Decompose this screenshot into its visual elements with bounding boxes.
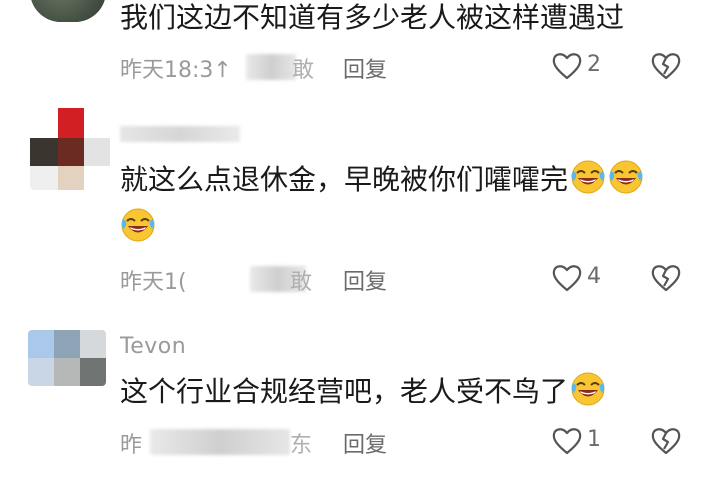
broken-heart-icon[interactable] [651, 427, 681, 455]
rolling-on-floor-laughing-emoji [121, 208, 155, 242]
reply-button[interactable]: 回复 [343, 52, 387, 84]
comment-location-fragment: 东 [290, 433, 313, 458]
comment-text-line [120, 206, 156, 250]
comment-location-fragment: 敢 [290, 270, 313, 295]
comment-time: 昨天1( [120, 270, 187, 295]
broken-heart-icon[interactable] [651, 264, 681, 292]
comment-time: 昨 [120, 433, 143, 458]
heart-outline-icon[interactable] [552, 264, 582, 292]
comment-text: 我们这边不知道有多少老人被这样遭遇过 [120, 1, 625, 34]
comment-text-line: 就这么点退休金，早晚被你们嚯嚯完 [120, 158, 644, 202]
comment-text: 就这么点退休金，早晚被你们嚯嚯完 [120, 163, 569, 196]
blurred-location [150, 429, 290, 455]
comment-text-line: 这个行业合规经营吧，老人受不鸟了 [120, 370, 606, 414]
rolling-on-floor-laughing-emoji [609, 160, 643, 194]
heart-outline-icon[interactable] [552, 427, 582, 455]
broken-heart-icon[interactable] [651, 52, 681, 80]
rolling-on-floor-laughing-emoji [571, 160, 605, 194]
comment-location-fragment: 敢 [292, 58, 315, 83]
blurred-username [120, 126, 240, 142]
comment-username[interactable]: Tevon [120, 334, 186, 359]
like-count: 1 [587, 427, 601, 452]
avatar[interactable] [30, 0, 106, 22]
avatar[interactable] [30, 108, 110, 190]
comment-text: 这个行业合规经营吧，老人受不鸟了 [120, 375, 569, 408]
like-count: 2 [587, 52, 601, 77]
rolling-on-floor-laughing-emoji [571, 372, 605, 406]
reply-button[interactable]: 回复 [343, 427, 387, 459]
reply-button[interactable]: 回复 [343, 264, 387, 296]
comment-time: 昨天18:3↑ [120, 58, 232, 83]
avatar[interactable] [28, 330, 106, 386]
heart-outline-icon[interactable] [552, 52, 582, 80]
like-count: 4 [587, 264, 601, 289]
blurred-location [246, 54, 296, 80]
